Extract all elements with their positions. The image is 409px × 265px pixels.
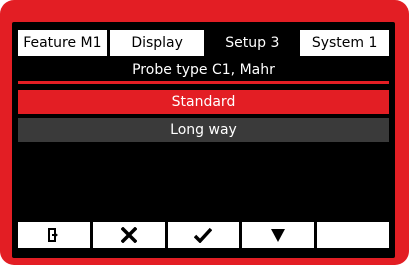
tab-setup[interactable]: Setup 3: [207, 30, 298, 56]
cross-icon: [120, 227, 137, 243]
softkey-empty[interactable]: [317, 222, 389, 248]
tab-bar: Feature M1 Display Setup 3 System 1: [18, 30, 389, 56]
display-screen: Feature M1 Display Setup 3 System 1 Prob…: [12, 22, 395, 258]
device-frame: Feature M1 Display Setup 3 System 1 Prob…: [0, 0, 409, 265]
screen-title: Probe type C1, Mahr: [132, 62, 275, 78]
check-icon: [194, 227, 213, 243]
tab-system[interactable]: System 1: [300, 30, 389, 56]
softkey-bar: [18, 222, 389, 248]
exit-door-icon: [46, 227, 62, 243]
tab-feature[interactable]: Feature M1: [18, 30, 107, 56]
softkey-down[interactable]: [242, 222, 315, 248]
option-standard[interactable]: Standard: [18, 90, 389, 114]
softkey-cancel[interactable]: [92, 222, 165, 248]
option-long-way[interactable]: Long way: [18, 118, 389, 142]
softkey-confirm[interactable]: [167, 222, 240, 248]
title-divider: [18, 81, 389, 84]
down-triangle-icon: [270, 227, 286, 243]
tab-display[interactable]: Display: [109, 30, 205, 56]
softkey-exit[interactable]: [18, 222, 90, 248]
